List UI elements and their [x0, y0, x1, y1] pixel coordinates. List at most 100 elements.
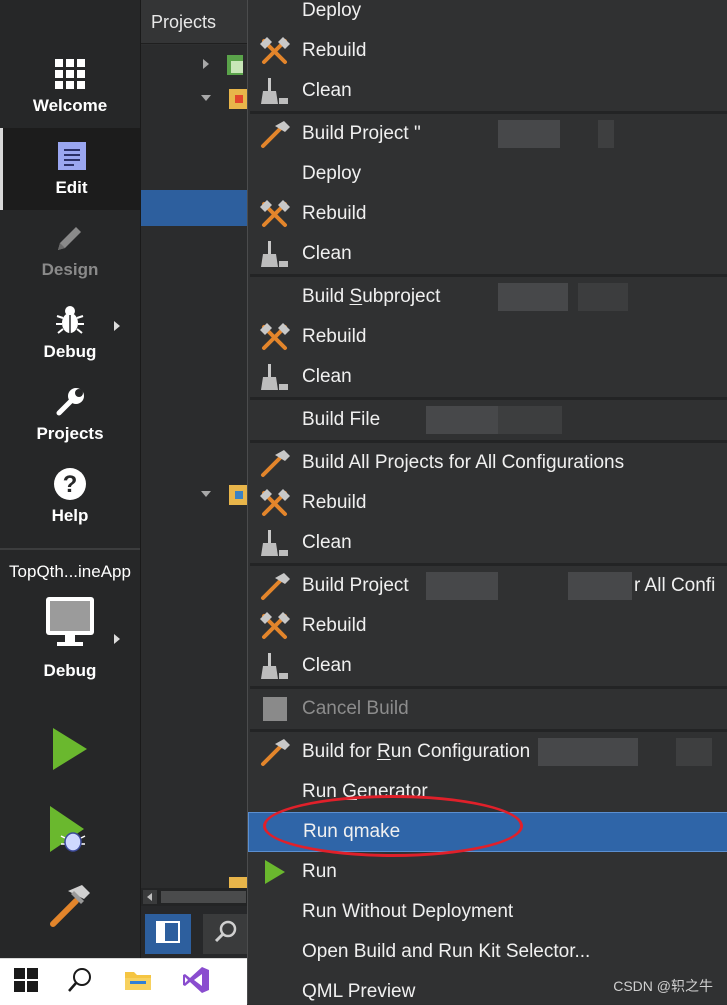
- menu-item-run-without-deployment[interactable]: Run Without Deployment: [248, 892, 727, 932]
- menu-item-label: Build File: [302, 409, 381, 430]
- scroll-left-icon[interactable]: [143, 890, 157, 904]
- stop-icon: [248, 689, 302, 729]
- monitor-icon: [45, 596, 95, 653]
- scrollbar-thumb[interactable]: [161, 891, 246, 903]
- windows-start-button[interactable]: [0, 959, 52, 1005]
- clean-icon: [248, 234, 302, 274]
- taskbar-file-explorer[interactable]: [112, 959, 164, 1005]
- mode-label: Edit: [55, 178, 88, 197]
- menu-item-build-project-all-configs[interactable]: Build Project r All Confi: [248, 566, 727, 606]
- mode-label: Help: [51, 506, 89, 525]
- kit-selector[interactable]: Debug: [0, 596, 140, 692]
- menu-item-clean[interactable]: Clean: [248, 357, 727, 397]
- menu-item-label: Build Project ": [302, 123, 421, 144]
- taskbar-visual-studio[interactable]: [170, 959, 222, 1005]
- folder-icon: [229, 87, 247, 109]
- redacted-block: [498, 283, 568, 311]
- mode-edit[interactable]: Edit: [0, 128, 140, 210]
- run-button[interactable]: [0, 716, 140, 786]
- mode-label: Debug: [43, 342, 97, 361]
- menu-item-deploy[interactable]: Deploy: [248, 0, 727, 31]
- sidebar-toggle-icon: [156, 920, 180, 948]
- pane-bottom-bar: [141, 906, 251, 958]
- redacted-block: [426, 572, 498, 600]
- rebuild-icon: [248, 606, 302, 646]
- menu-item-rebuild[interactable]: Rebuild: [248, 483, 727, 523]
- bug-icon: [53, 302, 87, 338]
- clean-icon: [248, 523, 302, 563]
- clean-icon: [248, 646, 302, 686]
- menu-item-rebuild[interactable]: Rebuild: [248, 317, 727, 357]
- windows-taskbar: [0, 958, 247, 1005]
- menu-item-clean[interactable]: Clean: [248, 523, 727, 563]
- menu-item-label: Run Generator: [302, 781, 428, 802]
- tree-row-selected[interactable]: [141, 190, 251, 226]
- mode-debug[interactable]: Debug: [0, 292, 140, 374]
- menu-item-clean[interactable]: Clean: [248, 234, 727, 274]
- menu-item-build-subproject[interactable]: Build Subproject: [248, 277, 727, 317]
- visual-studio-icon: [182, 966, 210, 999]
- menu-item-run-generator[interactable]: Run Generator: [248, 772, 727, 812]
- projects-pane-header: Projects: [141, 0, 251, 44]
- menu-item-label: Clean: [302, 243, 352, 264]
- watermark-text: CSDN @轵之牛: [613, 978, 713, 994]
- menu-item-run[interactable]: Run: [248, 852, 727, 892]
- collapse-arrow-icon[interactable]: [201, 95, 211, 101]
- project-tree[interactable]: [141, 45, 251, 890]
- rebuild-icon: [248, 317, 302, 357]
- expand-arrow-icon[interactable]: [203, 59, 209, 69]
- menu-item-label: Rebuild: [302, 40, 367, 61]
- menu-item-label: Deploy: [302, 0, 362, 21]
- clean-icon: [248, 71, 302, 111]
- rebuild-icon: [248, 483, 302, 523]
- menu-item-run-qmake[interactable]: Run qmake: [248, 812, 727, 852]
- taskbar-search-button[interactable]: [54, 959, 106, 1005]
- chevron-right-icon: [114, 321, 120, 331]
- menu-item-label: Cancel Build: [302, 698, 409, 719]
- grid-icon: [54, 56, 86, 92]
- build-icon: [248, 566, 302, 606]
- locator-search-button[interactable]: [203, 914, 249, 954]
- folder-icon: [124, 968, 152, 997]
- menu-item-label: Build All Projects for All Configuration…: [302, 452, 625, 473]
- menu-item-rebuild[interactable]: Rebuild: [248, 606, 727, 646]
- mode-label: Welcome: [32, 96, 108, 115]
- redacted-block: [598, 120, 614, 148]
- menu-item-build-file[interactable]: Build File: [248, 400, 727, 440]
- mode-welcome[interactable]: Welcome: [0, 46, 140, 128]
- menu-item-label: Build Subproject: [302, 286, 441, 307]
- menu-item-build-for-run-config[interactable]: Build for Run Configuration: [248, 732, 727, 772]
- start-debugging-button[interactable]: [0, 796, 140, 866]
- menu-item-label: Rebuild: [302, 326, 367, 347]
- menu-item-clean[interactable]: Clean: [248, 646, 727, 686]
- menu-item-deploy[interactable]: Deploy: [248, 154, 727, 194]
- menu-item-label: Run: [302, 861, 337, 882]
- menu-item-label-suffix: r All Confi: [634, 575, 716, 596]
- svg-text:?: ?: [63, 471, 78, 498]
- mode-help[interactable]: ? Help: [0, 456, 140, 538]
- menu-item-build-project[interactable]: Build Project ": [248, 114, 727, 154]
- menu-item-label: Build for Run Configuration: [302, 741, 531, 762]
- menu-item-label: QML Preview: [302, 981, 416, 1002]
- mode-projects[interactable]: Projects: [0, 374, 140, 456]
- toggle-sidebar-button[interactable]: [145, 914, 191, 954]
- run-icon: [50, 726, 90, 777]
- search-icon: [213, 919, 239, 950]
- menu-item-build-all-projects[interactable]: Build All Projects for All Configuration…: [248, 443, 727, 483]
- menu-item-open-kit-selector[interactable]: Open Build and Run Kit Selector...: [248, 932, 727, 972]
- menu-item-clean[interactable]: Clean: [248, 71, 727, 111]
- menu-item-label: Run Without Deployment: [302, 901, 514, 922]
- chevron-right-icon: [114, 634, 120, 644]
- menu-item-rebuild[interactable]: Rebuild: [248, 31, 727, 71]
- build-icon: [248, 443, 302, 483]
- build-button[interactable]: [0, 872, 140, 942]
- mode-design[interactable]: Design: [0, 210, 140, 292]
- menu-item-label: Clean: [302, 80, 352, 101]
- menu-item-label: Build Project: [302, 575, 409, 596]
- redacted-block: [498, 120, 560, 148]
- horizontal-scrollbar[interactable]: [141, 888, 251, 906]
- collapse-arrow-icon[interactable]: [201, 491, 211, 497]
- build-context-menu: Deploy Rebuild Clean Build Project " Dep…: [247, 0, 727, 1004]
- redacted-block: [538, 738, 638, 766]
- menu-item-rebuild[interactable]: Rebuild: [248, 194, 727, 234]
